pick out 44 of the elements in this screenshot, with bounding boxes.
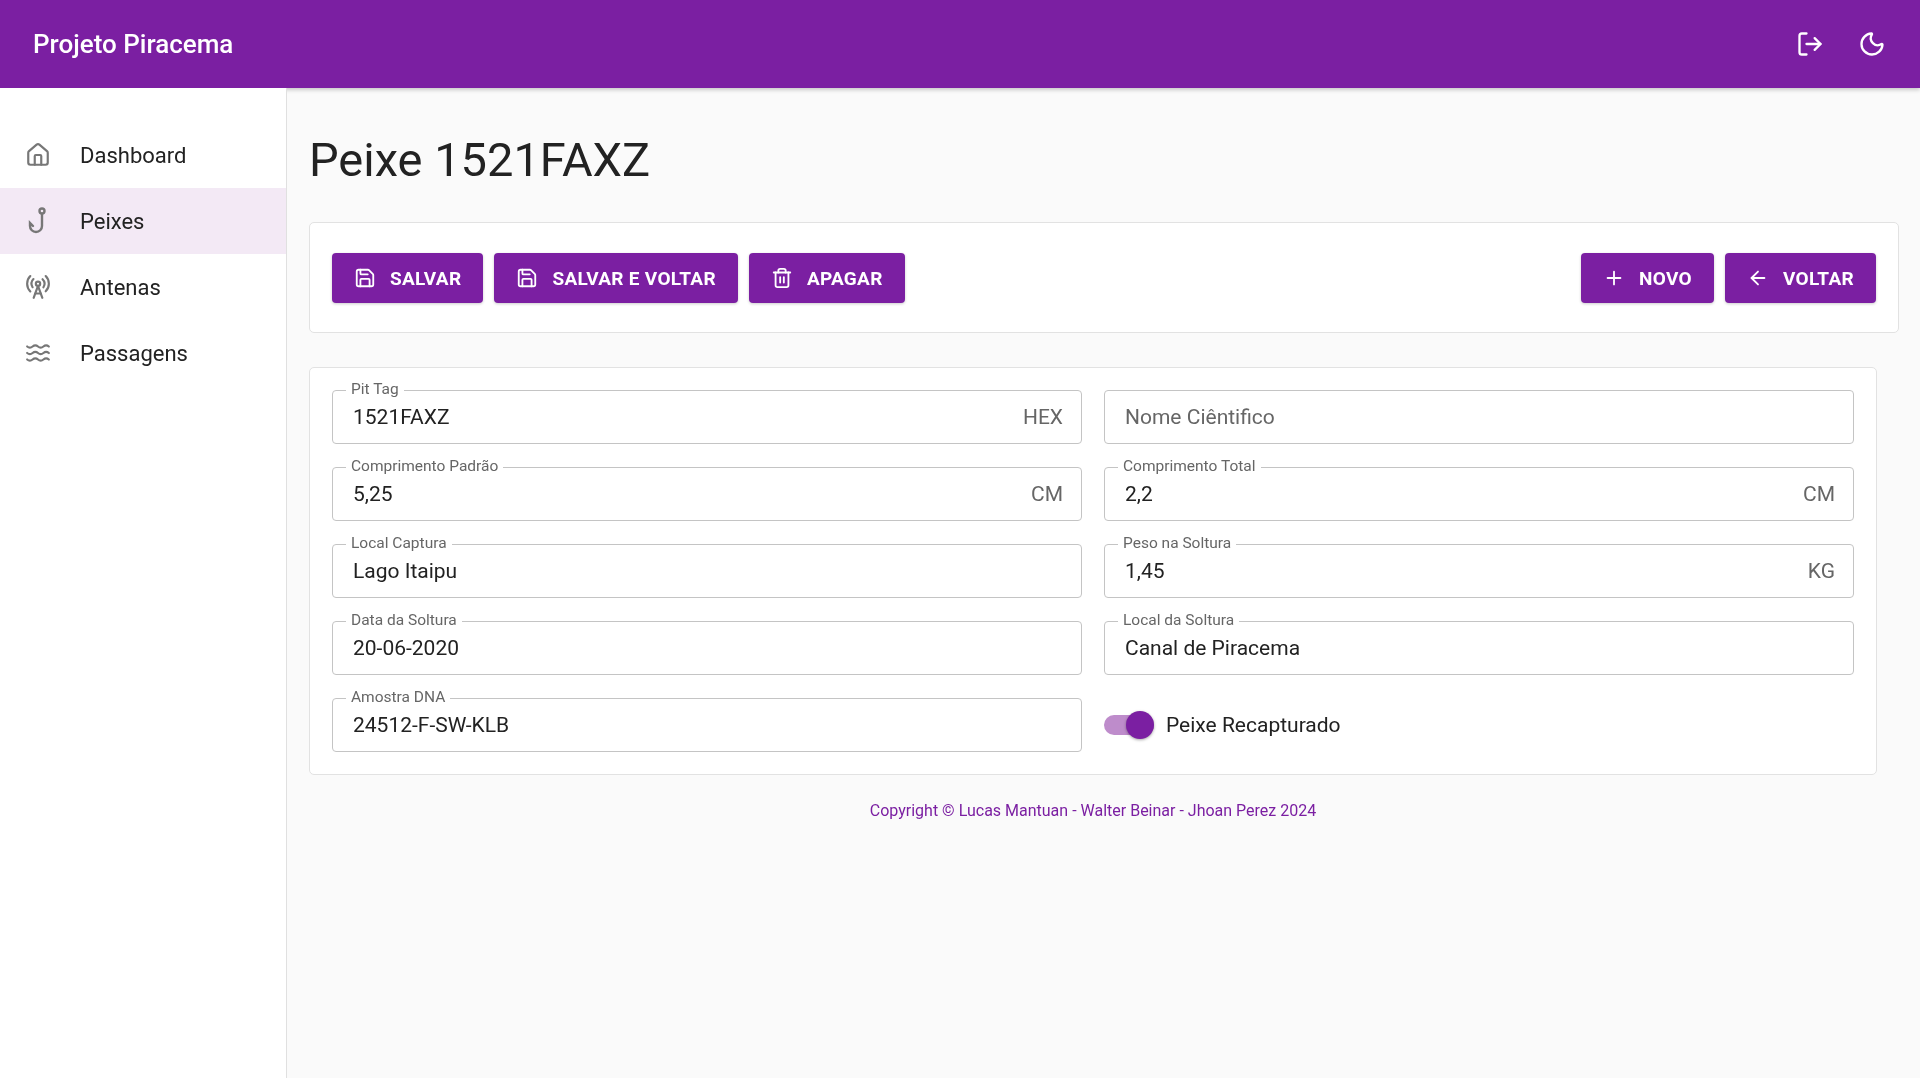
moon-icon (1858, 30, 1886, 58)
sidebar-item-label: Antenas (80, 274, 161, 300)
sidebar-item[interactable]: Peixes (0, 188, 286, 254)
fishhook-icon (27, 207, 49, 235)
text-input[interactable]: Nome Ciêntifico (1123, 404, 1835, 430)
save-icon (516, 267, 539, 289)
input-field[interactable]: Nome Ciêntifico (1104, 390, 1854, 444)
sidebar-item-label: Dashboard (80, 142, 187, 168)
sidebar-item-label: Peixes (80, 208, 145, 234)
sidebar-item-label: Passagens (80, 340, 188, 366)
text-input[interactable]: 2,2 (1123, 481, 1803, 507)
sidebar-item[interactable]: Antenas (0, 254, 286, 320)
unit-label: CM (1803, 482, 1835, 506)
text-input[interactable]: Canal de Piracema (1123, 635, 1835, 661)
field-label: Pit Tag (346, 380, 404, 398)
switch-thumb[interactable] (1126, 711, 1154, 739)
page-title: Peixe 1521FAXZ (309, 132, 652, 187)
logout-icon (1796, 30, 1824, 58)
toolbar-action-button[interactable]: SALVAR (332, 253, 484, 303)
antenna-icon (25, 274, 51, 300)
unit-label: CM (1031, 482, 1063, 506)
sidebar-item[interactable]: Passagens (0, 320, 286, 386)
text-input[interactable]: 24512-F-SW-KLB (351, 712, 1063, 738)
app-title: Projeto Piracema (33, 29, 235, 59)
toolbar-action-button[interactable]: SALVAR E VOLTAR (494, 253, 738, 303)
text-input[interactable]: 5,25 (351, 481, 1031, 507)
unit-label: KG (1807, 559, 1835, 583)
home-icon (25, 142, 51, 168)
text-input[interactable]: Lago Itaipu (351, 558, 1063, 584)
text-input[interactable]: 20-06-2020 (351, 635, 1063, 661)
trash-icon (770, 267, 793, 289)
toolbar-action-button[interactable]: APAGAR (748, 253, 905, 303)
field-label: Comprimento Padrão (346, 457, 504, 475)
text-input[interactable]: 1,45 (1123, 558, 1808, 584)
field-label: Local Captura (346, 534, 452, 552)
field-label: Comprimento Total (1118, 457, 1261, 475)
toolbar-action-button[interactable]: VOLTAR (1724, 253, 1876, 303)
unit-label: HEX (1022, 405, 1063, 429)
save-icon (354, 267, 376, 289)
switch-label: Peixe Recapturado (1166, 713, 1341, 737)
text-input[interactable]: 1521FAXZ (351, 404, 1023, 430)
toolbar-action-button[interactable]: NOVO (1581, 253, 1714, 303)
copyright-text: Copyright © Lucas Mantuan - Walter Beinar - Jhoan Perez 2024 (868, 801, 1318, 820)
sidebar-item[interactable]: Dashboard (0, 122, 286, 188)
